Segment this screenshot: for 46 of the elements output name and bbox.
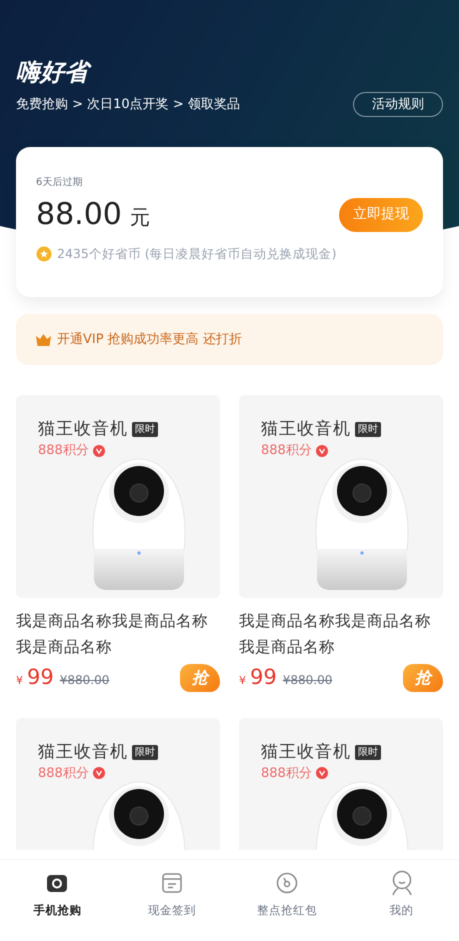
calendar-icon xyxy=(161,872,184,894)
product-title: 猫王收音机 xyxy=(261,740,351,764)
expiry-text: 6天后过期 xyxy=(36,176,82,190)
dial-icon xyxy=(276,872,298,894)
points-badge-icon xyxy=(92,767,105,780)
rules-button[interactable]: 活动规则 xyxy=(353,92,443,117)
person-icon xyxy=(390,870,414,896)
product-image-card[interactable]: 猫王收音机 限时 888积分 xyxy=(16,718,220,850)
original-price: ¥880.00 xyxy=(282,672,332,689)
points-text: 888积分 xyxy=(261,442,312,460)
limited-tag: 限时 xyxy=(355,744,381,760)
limited-tag: 限时 xyxy=(132,744,158,760)
product-image-card[interactable]: 猫王收音机 限时 888积分 xyxy=(239,718,443,850)
tab-item[interactable]: 我的 xyxy=(344,870,459,941)
original-price: ¥880.00 xyxy=(60,672,110,689)
price-text: 99 xyxy=(250,664,277,691)
tab-item[interactable]: 整点抢红包 xyxy=(230,870,344,941)
limited-tag: 限时 xyxy=(355,422,381,438)
product-image-card[interactable]: 猫王收音机 限时 888积分 xyxy=(16,395,220,598)
product-title: 猫王收音机 xyxy=(38,740,128,764)
currency-symbol: ¥ xyxy=(16,673,23,689)
points-badge-icon xyxy=(92,444,105,457)
amount-text: 88.00 xyxy=(36,196,122,234)
points-badge-icon xyxy=(316,444,328,457)
steps-text: 免费抢购 > 次日10点开奖 > 领取奖品 xyxy=(16,96,240,114)
coins-text: 2435个好省币 (每日凌晨好省币自动兑换成现金) xyxy=(57,245,337,263)
unit-text: 元 xyxy=(130,204,150,231)
camera-icon xyxy=(46,872,68,894)
coin-icon xyxy=(36,246,52,262)
limited-tag: 限时 xyxy=(132,422,158,438)
product-title: 猫王收音机 xyxy=(261,418,351,441)
vip-banner[interactable]: 开通VIP 抢购成功率更高 还打折 xyxy=(16,314,443,365)
currency-symbol: ¥ xyxy=(239,673,246,689)
product-title: 猫王收音机 xyxy=(38,418,128,441)
tab-item[interactable]: 手机抢购 xyxy=(0,870,115,941)
tab-item[interactable]: 现金签到 xyxy=(114,870,230,941)
points-text: 888积分 xyxy=(261,764,312,782)
points-badge-icon xyxy=(316,767,328,780)
vip-text: 开通VIP 抢购成功率更高 还打折 xyxy=(57,330,242,349)
product-image-card[interactable]: 猫王收音机 限时 888积分 xyxy=(239,395,443,598)
product-name: 我是商品名称我是商品名称我是商品名称 xyxy=(239,611,432,658)
crown-icon xyxy=(36,334,51,346)
points-text: 888积分 xyxy=(38,442,89,460)
product-name: 我是商品名称我是商品名称我是商品名称 xyxy=(16,611,209,658)
price-text: 99 xyxy=(27,664,54,691)
points-text: 888积分 xyxy=(38,764,89,782)
